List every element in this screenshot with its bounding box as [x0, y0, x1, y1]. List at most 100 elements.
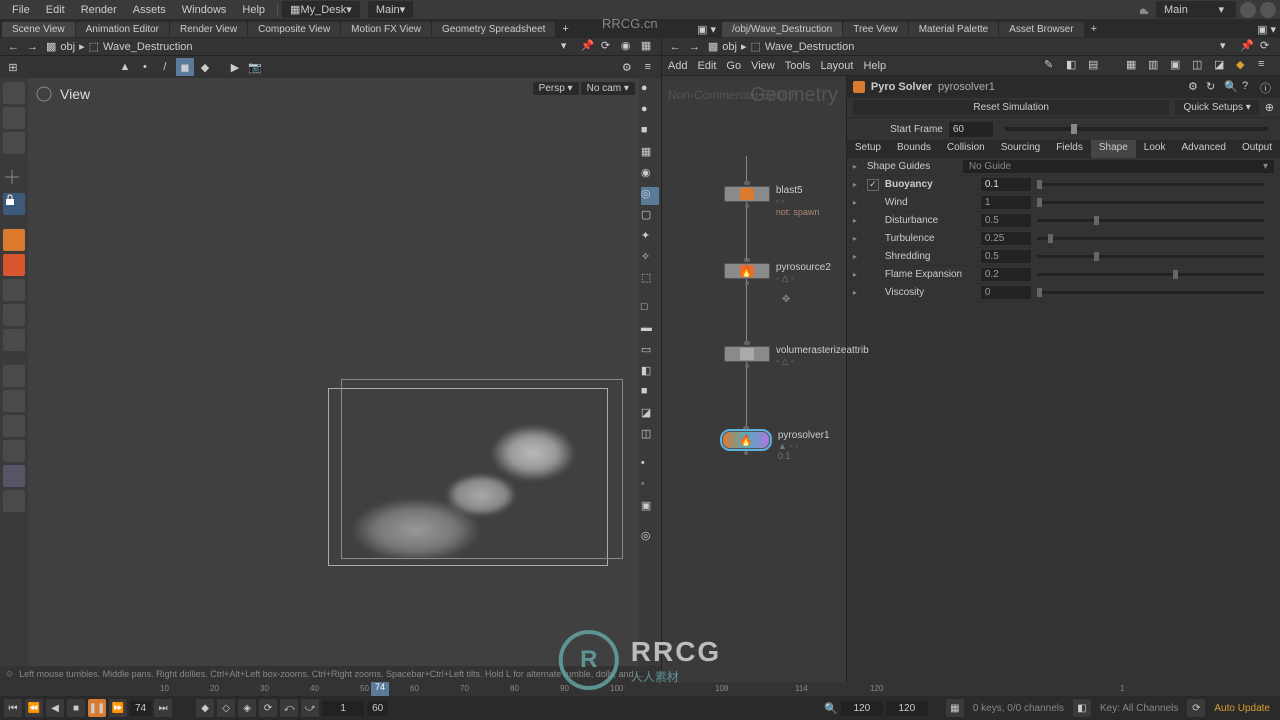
zoom-icon[interactable]: 🔍: [824, 702, 838, 715]
display-guide-15[interactable]: ■: [641, 385, 659, 403]
param-slider[interactable]: [1037, 201, 1264, 204]
display-guide-3[interactable]: ■: [641, 124, 659, 142]
net-icon-8[interactable]: ◪: [1214, 58, 1230, 74]
stop-button[interactable]: ■: [67, 699, 85, 717]
pin-icon-net[interactable]: 📌: [1240, 39, 1256, 55]
display-guide-16[interactable]: ◪: [641, 406, 659, 424]
display-guide-17[interactable]: ◫: [641, 427, 659, 445]
display-guide-14[interactable]: ◧: [641, 364, 659, 382]
search-icon[interactable]: 🔍: [1224, 80, 1238, 94]
node-output[interactable]: [745, 204, 749, 208]
ptab-sourcing[interactable]: Sourcing: [993, 140, 1048, 158]
display-guide-21[interactable]: ◎: [641, 529, 659, 547]
display-guide-10[interactable]: ⬚: [641, 271, 659, 289]
timeline-ruler[interactable]: 74 10 20 30 40 50 60 70 80 90 100 108 11…: [0, 682, 1280, 696]
display-guide-2[interactable]: ●: [641, 103, 659, 121]
reload-icon[interactable]: ↻: [1206, 80, 1220, 94]
keyframe-tool-4[interactable]: ⟳: [259, 699, 277, 717]
cloud-icon[interactable]: [1136, 2, 1152, 18]
pane-close-icon[interactable]: ▾: [1270, 23, 1276, 36]
shelf-tool-5[interactable]: [3, 329, 25, 351]
take-icon[interactable]: ◉: [621, 39, 637, 55]
shelf-tool-11[interactable]: [3, 490, 25, 512]
update-icon[interactable]: [1260, 2, 1276, 18]
net-menu-help[interactable]: Help: [863, 60, 886, 72]
shelf-tool-4[interactable]: [3, 304, 25, 326]
anim-end[interactable]: 60: [367, 701, 388, 716]
range-start-input[interactable]: [322, 701, 364, 716]
path-dropdown[interactable]: ▾: [561, 39, 577, 55]
desktop-dropdown[interactable]: ▦ My_Desk ▾: [282, 1, 360, 18]
net-icon-6[interactable]: ▣: [1170, 58, 1186, 74]
handle-tool-icon[interactable]: ⊞: [4, 58, 22, 76]
node-input[interactable]: [744, 341, 750, 345]
ptab-bounds[interactable]: Bounds: [889, 140, 939, 158]
take-dropdown[interactable]: Main ▾: [368, 1, 413, 18]
pause-button[interactable]: ❚❚: [88, 699, 106, 717]
keyframe-tool-5[interactable]: ⤺: [280, 699, 298, 717]
path-dropdown-net[interactable]: ▾: [1220, 39, 1236, 55]
gear-icon[interactable]: ⚙: [1188, 80, 1202, 94]
select-vertex-icon[interactable]: ◆: [196, 58, 214, 76]
shelf-tool-1[interactable]: [3, 229, 25, 251]
current-frame[interactable]: 74: [130, 701, 151, 716]
net-menu-view[interactable]: View: [751, 60, 775, 72]
view-tool[interactable]: [3, 82, 25, 104]
translate-tool[interactable]: [3, 168, 25, 190]
node-pyrosolver1[interactable]: 🔥 pyrosolver1 ▲ ◦ ◦ 0.1: [722, 426, 770, 455]
update-mode[interactable]: Auto Update: [1208, 703, 1276, 714]
select-obj-icon[interactable]: ▲: [116, 58, 134, 76]
display-guide-13[interactable]: ▭: [641, 343, 659, 361]
pane-close-icon[interactable]: ▾: [710, 23, 716, 36]
disclosure-icon[interactable]: ▸: [853, 162, 861, 171]
shelf-tool-3[interactable]: [3, 279, 25, 301]
node-output[interactable]: [745, 281, 749, 285]
tab-add-right[interactable]: +: [1085, 21, 1103, 37]
keyframe-tool-1[interactable]: ◆: [196, 699, 214, 717]
timeline-opt-1[interactable]: ▦: [946, 699, 964, 717]
node-input[interactable]: [744, 181, 750, 185]
param-value[interactable]: 0.5: [981, 250, 1031, 263]
shelf-tool-10[interactable]: [3, 465, 25, 487]
tab-network-path[interactable]: /obj/Wave_Destruction: [722, 22, 842, 37]
net-icon-5[interactable]: ▥: [1148, 58, 1164, 74]
select-pt-icon[interactable]: •: [136, 58, 154, 76]
param-slider[interactable]: [1037, 237, 1264, 240]
net-icon-1[interactable]: ✎: [1044, 58, 1060, 74]
path-breadcrumb[interactable]: ▩ obj ▸ ⬚ Wave_Destruction: [42, 40, 561, 53]
display-guide-18[interactable]: •: [641, 457, 659, 475]
param-value[interactable]: 1: [981, 196, 1031, 209]
display-guide-19[interactable]: ◦: [641, 478, 659, 496]
reset-simulation-button[interactable]: Reset Simulation: [853, 100, 1170, 115]
update-icon[interactable]: ⟳: [1187, 699, 1205, 717]
net-menu-go[interactable]: Go: [726, 60, 741, 72]
net-menu-tools[interactable]: Tools: [785, 60, 811, 72]
pane-menu-icon[interactable]: ▣: [1257, 23, 1267, 36]
net-icon-7[interactable]: ◫: [1192, 58, 1208, 74]
shelf-tool-8[interactable]: [3, 415, 25, 437]
display-guide-12[interactable]: ▬: [641, 322, 659, 340]
tab-animation-editor[interactable]: Animation Editor: [76, 22, 169, 37]
link-icon-net[interactable]: ⟳: [1260, 39, 1276, 55]
viewport-menu-icon[interactable]: ≡: [639, 58, 657, 76]
playhead[interactable]: 74: [371, 682, 389, 696]
viewport[interactable]: View Persp ▾ No cam ▾: [28, 78, 639, 666]
display-guide-6[interactable]: ◎: [641, 187, 659, 205]
go-start-button[interactable]: ⏮: [4, 699, 22, 717]
display-guide-11[interactable]: □: [641, 301, 659, 319]
path-breadcrumb-net[interactable]: ▩ obj ▸ ⬚ Wave_Destruction: [704, 40, 1220, 53]
display-guide-1[interactable]: ●: [641, 82, 659, 100]
disclosure-icon[interactable]: ▸: [853, 234, 861, 243]
ptab-look[interactable]: Look: [1136, 140, 1174, 158]
nav-back-net[interactable]: ←: [666, 41, 685, 53]
param-slider[interactable]: [1037, 255, 1264, 258]
display-guide-20[interactable]: ▣: [641, 499, 659, 517]
nav-back[interactable]: ←: [4, 41, 23, 53]
render-icon[interactable]: 📷: [246, 58, 264, 76]
flipbook-icon[interactable]: ▶: [226, 58, 244, 76]
node-pyrosource2[interactable]: 🔥 pyrosource2 ◦ △ ◦: [724, 258, 770, 285]
projection-dropdown[interactable]: Persp ▾: [533, 82, 579, 95]
param-value[interactable]: 0.2: [981, 268, 1031, 281]
shelf-tool-6[interactable]: [3, 365, 25, 387]
menu-file[interactable]: File: [4, 4, 38, 16]
